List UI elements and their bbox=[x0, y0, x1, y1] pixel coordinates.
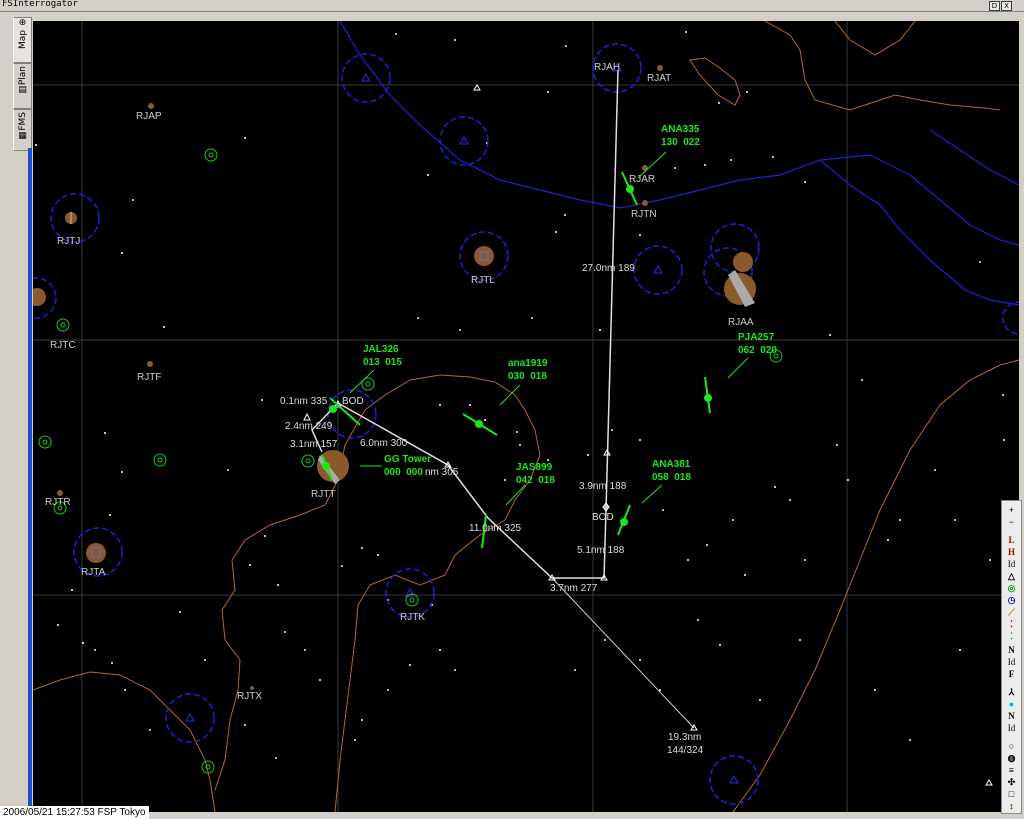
traffic-callsign: PJA257 bbox=[738, 332, 775, 343]
traffic-data: 000 000 bbox=[384, 467, 423, 478]
traffic-callsign: JAS899 bbox=[516, 462, 553, 473]
traffic-callsign: ANA381 bbox=[652, 459, 691, 470]
frame-button[interactable]: □ bbox=[1003, 789, 1020, 800]
airport-label[interactable]: RJTL bbox=[471, 275, 495, 286]
traffic-data: 030 018 bbox=[508, 371, 547, 382]
weather-toggle[interactable]: ● bbox=[1003, 699, 1020, 710]
center-button[interactable]: ✣ bbox=[1003, 777, 1020, 788]
radar-map[interactable]: RJAH RJAT RJAP RJAR RJTN RJTJ RJTL RJAA … bbox=[33, 21, 1019, 812]
ndb-name-toggle[interactable]: N bbox=[1003, 645, 1020, 656]
route-leg-label: 19.3nm bbox=[668, 732, 702, 743]
fix-toggle[interactable]: ⁚ bbox=[1003, 631, 1020, 642]
close-button[interactable]: X bbox=[1001, 1, 1012, 11]
route-leg-label: 2.4nm 249 bbox=[285, 421, 333, 432]
waypoint-label: BOD bbox=[342, 396, 364, 407]
airport-label[interactable]: RJAR bbox=[629, 174, 655, 185]
traffic-callsign: ana1919 bbox=[508, 358, 548, 369]
title-bar: FSInterrogator D X bbox=[0, 0, 1024, 12]
airport-label[interactable]: RJAA bbox=[728, 317, 754, 328]
airport-label[interactable]: RJTN bbox=[631, 209, 657, 220]
traffic-callsign: GG Tower bbox=[384, 454, 432, 465]
airport-label[interactable]: RJTR bbox=[45, 497, 71, 508]
route-leg-label: 3.7nm 277 bbox=[550, 583, 598, 594]
aircraft-id-toggle[interactable]: Id bbox=[1003, 723, 1020, 734]
airport-label[interactable]: RJTK bbox=[400, 612, 425, 623]
route-toggle[interactable]: ⟋ bbox=[1003, 607, 1020, 618]
aircraft-name-toggle[interactable]: N bbox=[1003, 711, 1020, 722]
route-leg-label: 27.0nm 189 bbox=[582, 263, 635, 274]
traffic-label[interactable]: GG Tower 000 000 bbox=[384, 453, 431, 479]
low-airways-toggle[interactable]: L bbox=[1003, 535, 1020, 546]
traffic-data: 062 020 bbox=[738, 345, 777, 356]
range-ring-toggle[interactable]: ○ bbox=[1003, 741, 1020, 752]
tab-plan-label: Plan bbox=[17, 66, 28, 86]
compass-toggle[interactable]: ◷ bbox=[1003, 595, 1020, 606]
fms-icon: ▦ bbox=[18, 130, 27, 141]
airport-label[interactable]: RJTA bbox=[81, 567, 105, 578]
route-leg-label: 144/324 bbox=[667, 745, 704, 756]
traffic-data: 130 022 bbox=[661, 137, 700, 148]
airport-label[interactable]: RJAP bbox=[136, 111, 162, 122]
fix-label-toggle[interactable]: F bbox=[1003, 669, 1020, 680]
airport-label[interactable]: RJTT bbox=[311, 489, 335, 500]
ndb-id-toggle[interactable]: Id bbox=[1003, 657, 1020, 668]
traffic-data: 042 018 bbox=[516, 475, 555, 486]
tab-map-label: Map bbox=[17, 30, 28, 49]
route-leg-label: 11.0nm 325 bbox=[469, 523, 522, 534]
traffic-label[interactable]: JAS899 042 018 bbox=[516, 461, 555, 487]
aircraft-toggle[interactable]: ⅄ bbox=[1003, 687, 1020, 698]
traffic-label[interactable]: JAL326 013 015 bbox=[363, 343, 402, 369]
traffic-label[interactable]: ana1919 030 018 bbox=[508, 357, 547, 383]
marker-toggle[interactable]: ⁚ bbox=[1003, 619, 1020, 630]
traffic-data: 058 018 bbox=[652, 472, 691, 483]
map-toolbar: + − L H Id △ ◎ ◷ ⟋ ⁚ ⁚ N Id F ⅄ ● N Id ○… bbox=[1001, 500, 1022, 814]
traffic-callsign: JAL326 bbox=[363, 344, 399, 355]
map-labels: RJAH RJAT RJAP RJAR RJTN RJTJ RJTL RJAA … bbox=[33, 21, 1019, 812]
airport-label[interactable]: RJTF bbox=[137, 372, 161, 383]
route-leg-label: 6.0nm 300 bbox=[360, 438, 408, 449]
id-toggle[interactable]: Id bbox=[1003, 559, 1020, 570]
traffic-label[interactable]: PJA257 062 020 bbox=[738, 331, 777, 357]
globe-icon: ⊕ bbox=[18, 18, 27, 28]
zoom-in-button[interactable]: + bbox=[1003, 505, 1020, 516]
airport-label[interactable]: RJAT bbox=[647, 73, 671, 84]
traffic-callsign: ANA335 bbox=[661, 124, 700, 135]
route-leg-label: 3.1nm 157 bbox=[290, 439, 338, 450]
airport-label[interactable]: RJTC bbox=[50, 340, 76, 351]
airport-label[interactable]: RJTJ bbox=[57, 236, 80, 247]
route-leg-label: 5.1nm 188 bbox=[577, 545, 625, 556]
zoom-out-button[interactable]: − bbox=[1003, 517, 1020, 528]
status-timestamp: 2006/05/21 15:27:53 FSP Tokyo bbox=[0, 806, 149, 819]
traffic-data: 013 015 bbox=[363, 357, 402, 368]
route-leg-label: 0.1nm 335 bbox=[280, 396, 328, 407]
tab-map[interactable]: ⊕ Map bbox=[13, 17, 32, 63]
plan-icon: ▤ bbox=[18, 85, 27, 96]
traffic-label[interactable]: ANA381 058 018 bbox=[652, 458, 691, 484]
tab-plan[interactable]: Plan ▤ bbox=[13, 63, 32, 109]
tab-fms-label: FMS bbox=[17, 112, 28, 131]
ndb-toggle[interactable]: ◎ bbox=[1003, 583, 1020, 594]
vor-toggle[interactable]: △ bbox=[1003, 571, 1020, 582]
window-title: FSInterrogator bbox=[2, 0, 78, 9]
grid-toggle[interactable]: ≡ bbox=[1003, 765, 1020, 776]
scroll-button[interactable]: ↕ bbox=[1003, 801, 1020, 812]
route-leg-label: 3.9nm 188 bbox=[579, 481, 627, 492]
terrain-toggle[interactable]: ◍ bbox=[1003, 753, 1020, 764]
route-leg-label: nm 305 bbox=[425, 467, 459, 478]
high-airways-toggle[interactable]: H bbox=[1003, 547, 1020, 558]
traffic-label[interactable]: ANA335 130 022 bbox=[661, 123, 700, 149]
airport-label[interactable]: RJAH bbox=[594, 62, 620, 73]
waypoint-label: BOD bbox=[592, 512, 614, 523]
airport-label[interactable]: RJTX bbox=[237, 691, 262, 702]
left-scroll-bar[interactable] bbox=[28, 148, 32, 808]
tab-fms[interactable]: FMS ▦ bbox=[13, 109, 32, 151]
detach-button[interactable]: D bbox=[989, 1, 1000, 11]
